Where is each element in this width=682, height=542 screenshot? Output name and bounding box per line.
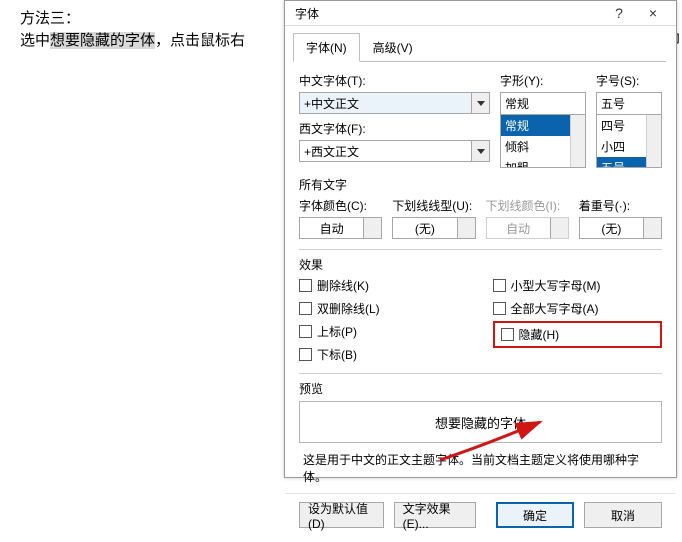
chk-double-strike[interactable]: 双删除线(L) — [299, 300, 469, 317]
scrollbar[interactable] — [570, 115, 585, 167]
text-effects-button[interactable]: 文字效果(E)... — [394, 502, 476, 528]
help-icon: ? — [615, 5, 623, 21]
chevron-down-icon[interactable] — [363, 218, 381, 238]
font-dialog: 字体 ? × 字体(N) 高级(V) 中文字体(T): +中文正文 西文字体(F… — [284, 0, 677, 478]
chk-small-caps[interactable]: 小型大写字母(M) — [493, 277, 663, 294]
chk-all-caps[interactable]: 全部大写字母(A) — [493, 300, 663, 317]
underline-color-combo: 自动 — [486, 217, 569, 239]
chk-hidden[interactable]: 隐藏(H) — [501, 326, 655, 343]
preview-label: 预览 — [299, 380, 662, 397]
hidden-highlight-box: 隐藏(H) — [493, 321, 663, 348]
bg-line1: 方法三： — [20, 8, 245, 30]
chk-superscript[interactable]: 上标(P) — [299, 323, 469, 340]
chevron-down-icon[interactable] — [457, 218, 475, 238]
close-button[interactable]: × — [636, 1, 670, 25]
western-font-label: 西文字体(F): — [299, 120, 490, 137]
bg-highlight: 想要隐藏的字体 — [50, 32, 155, 49]
set-default-button[interactable]: 设为默认值(D) — [299, 502, 384, 528]
tab-advanced[interactable]: 高级(V) — [360, 33, 426, 62]
size-listbox[interactable]: 四号 小四 五号 — [596, 114, 662, 168]
tab-bar: 字体(N) 高级(V) — [285, 26, 676, 61]
font-color-label: 字体颜色(C): — [299, 197, 382, 214]
chinese-font-label: 中文字体(T): — [299, 72, 490, 89]
chevron-down-icon[interactable] — [471, 141, 489, 161]
background-doc-text: 方法三： 选中想要隐藏的字体，点击鼠标右 能即 — [20, 8, 245, 52]
chevron-down-icon — [550, 218, 568, 238]
size-label: 字号(S): — [596, 72, 662, 89]
dialog-titlebar: 字体 ? × — [285, 1, 676, 26]
scrollbar[interactable] — [646, 115, 661, 167]
emphasis-label: 着重号(·): — [579, 197, 662, 214]
allchars-label: 所有文字 — [299, 176, 662, 193]
chk-strikethrough[interactable]: 删除线(K) — [299, 277, 469, 294]
style-input[interactable]: 常规 — [500, 92, 586, 114]
style-listbox[interactable]: 常规 倾斜 加粗 — [500, 114, 586, 168]
preview-box: 想要隐藏的字体 — [299, 401, 662, 443]
tab-font[interactable]: 字体(N) — [293, 33, 360, 62]
cancel-button[interactable]: 取消 — [584, 502, 662, 528]
style-label: 字形(Y): — [500, 72, 586, 89]
bg-line2: 选中想要隐藏的字体，点击鼠标右 — [20, 30, 245, 52]
dialog-title: 字体 — [295, 5, 602, 22]
chinese-font-combo[interactable]: +中文正文 — [299, 92, 490, 114]
chevron-down-icon[interactable] — [471, 93, 489, 113]
close-icon: × — [649, 5, 657, 21]
font-color-combo[interactable]: 自动 — [299, 217, 382, 239]
preview-text: 想要隐藏的字体 — [435, 413, 526, 432]
effects-label: 效果 — [299, 256, 662, 273]
dialog-footer: 设为默认值(D) 文字效果(E)... 确定 取消 — [285, 493, 676, 542]
underline-color-label: 下划线颜色(I): — [486, 197, 569, 214]
underline-style-label: 下划线线型(U): — [392, 197, 475, 214]
western-font-combo[interactable]: +西文正文 — [299, 140, 490, 162]
chk-subscript[interactable]: 下标(B) — [299, 346, 469, 363]
ok-button[interactable]: 确定 — [496, 502, 574, 528]
emphasis-combo[interactable]: (无) — [579, 217, 662, 239]
help-button[interactable]: ? — [602, 1, 636, 25]
chevron-down-icon[interactable] — [643, 218, 661, 238]
size-input[interactable]: 五号 — [596, 92, 662, 114]
underline-style-combo[interactable]: (无) — [392, 217, 475, 239]
preview-note: 这是用于中文的正文主题字体。当前文档主题定义将使用哪种字体。 — [303, 451, 662, 485]
